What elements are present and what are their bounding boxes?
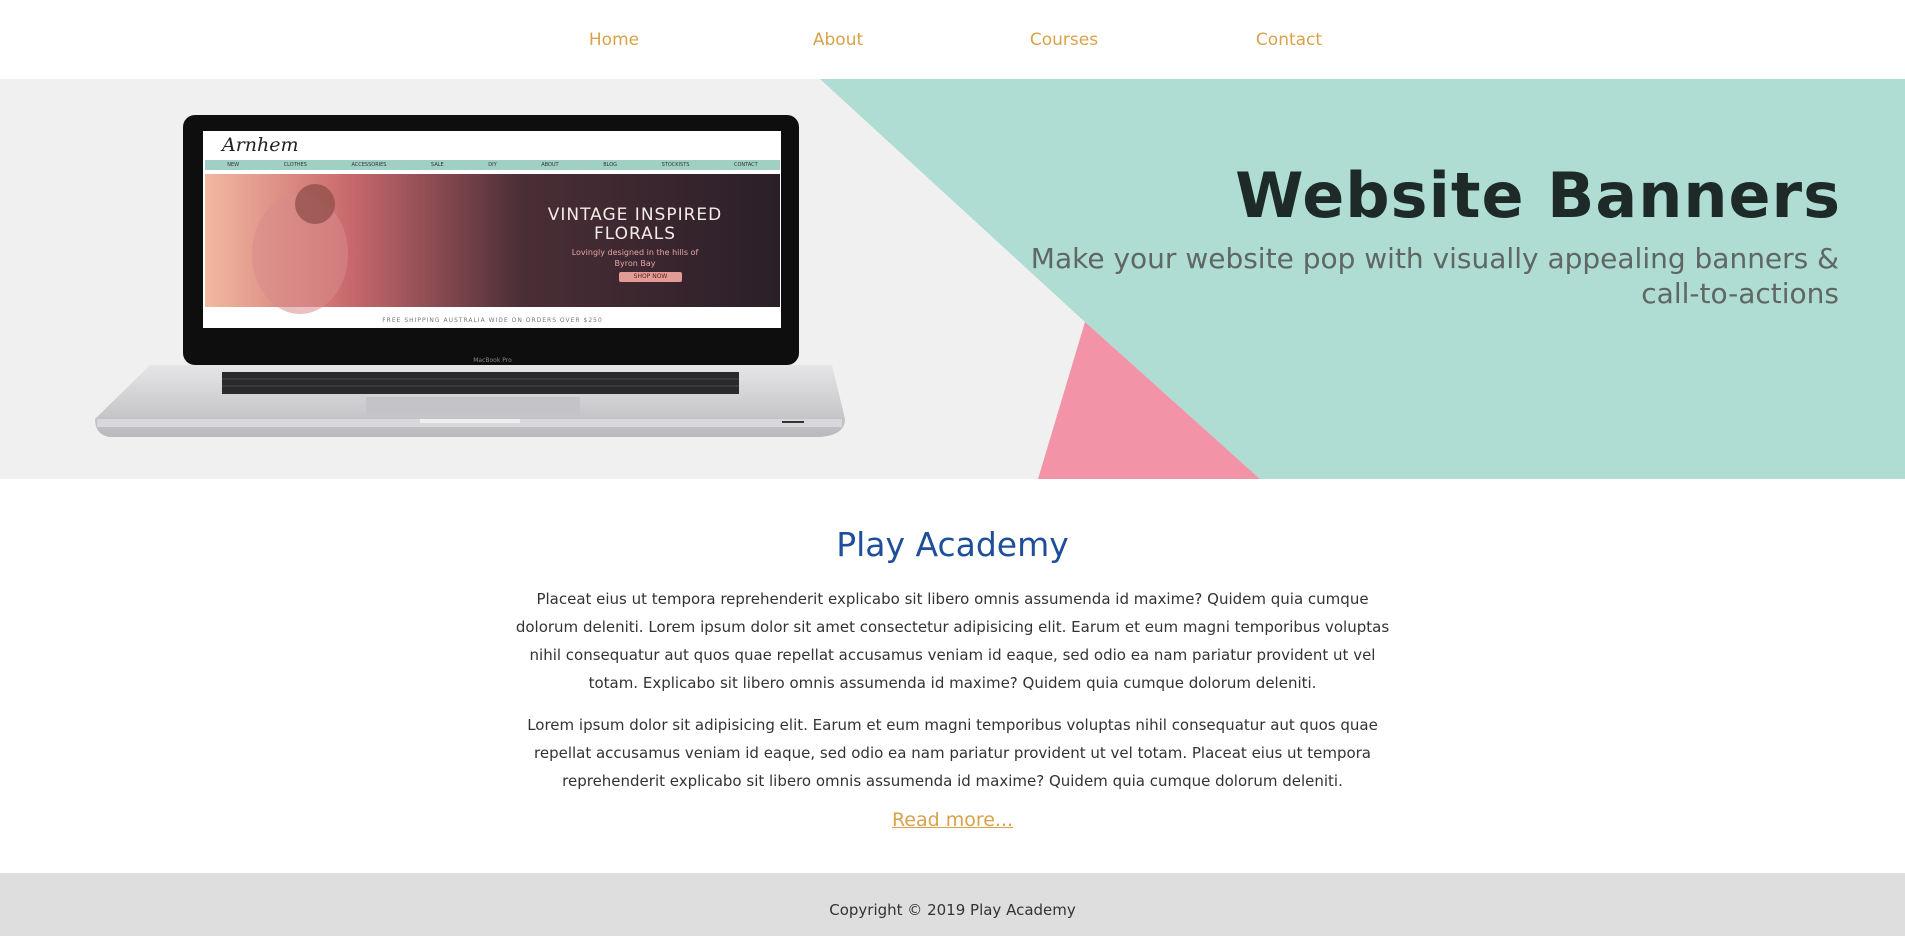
nav-home-link[interactable]: Home (589, 30, 639, 50)
screen-shipping-text: FREE SHIPPING AUSTRALIA WIDE ON ORDERS O… (382, 317, 603, 324)
screen-menu-item: BLOG (603, 162, 618, 168)
screen-menu-item: CLOTHES (283, 162, 307, 168)
screen-menu-item: STOCKISTS (661, 162, 690, 168)
copyright-text: Copyright © 2019 Play Academy (829, 901, 1076, 919)
screen-shop-button: SHOP NOW (619, 272, 682, 282)
nav-about-link[interactable]: About (813, 30, 863, 50)
laptop-brand-label: MacBook Pro (473, 357, 512, 364)
screen-logo: Arnhem (222, 134, 299, 156)
screen-menu-item: DIY (488, 162, 497, 168)
screen-menu-item: NEW (227, 162, 240, 168)
hero-subtitle: Make your website pop with visually appe… (1030, 242, 1839, 310)
main-content: Play Academy Placeat eius ut tempora rep… (0, 479, 1905, 831)
screen-tagline: Lovingly designed in the hills of Byron … (571, 248, 699, 268)
read-more-link[interactable]: Read more... (892, 809, 1013, 831)
screen-headline: VINTAGE INSPIRED FLORALS (547, 205, 723, 244)
screen-menu-item: ABOUT (541, 162, 559, 168)
intro-paragraph: Placeat eius ut tempora reprehenderit ex… (515, 590, 1390, 692)
top-nav: Home About Courses Contact (0, 0, 1905, 79)
hero-banner: Arnhem NEW CLOTHES ACCESSORIES SALE DIY … (0, 79, 1905, 479)
screen-menu-item: SALE (431, 162, 444, 168)
screen-menu-item: CONTACT (733, 162, 758, 168)
hero-title: Website Banners (1235, 159, 1841, 232)
screen-menu-item: ACCESSORIES (351, 162, 387, 168)
screen-menu: NEW CLOTHES ACCESSORIES SALE DIY ABOUT B… (205, 160, 780, 170)
second-paragraph: Lorem ipsum dolor sit adipisicing elit. … (527, 716, 1378, 790)
page-title: Play Academy (836, 525, 1069, 564)
nav-courses-link[interactable]: Courses (1030, 30, 1098, 50)
nav-contact-link[interactable]: Contact (1256, 30, 1322, 50)
footer: Copyright © 2019 Play Academy (0, 873, 1905, 936)
